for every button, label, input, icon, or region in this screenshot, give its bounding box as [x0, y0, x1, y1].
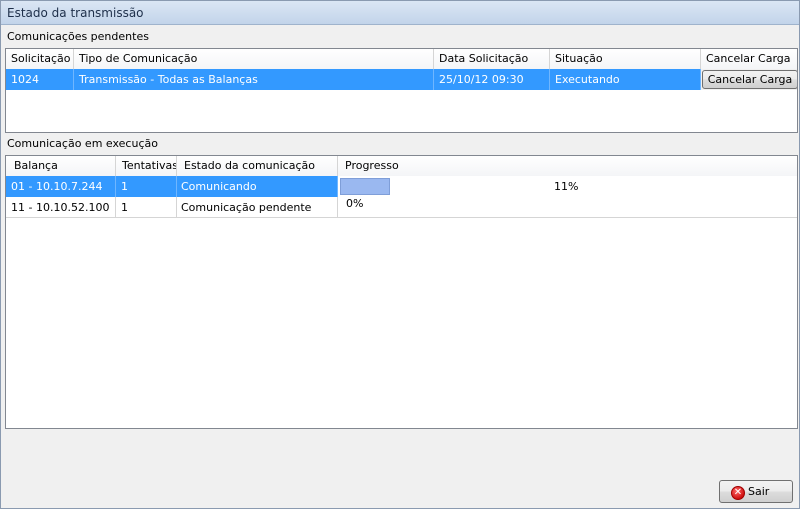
cell-progresso: 11% [338, 176, 797, 197]
transmission-window: Estado da transmissão Comunicações pende… [0, 0, 800, 509]
cell-estado: Comunicação pendente [177, 197, 338, 218]
progress-text: 0% [346, 197, 364, 210]
col-solicitacao[interactable]: Solicitação [6, 49, 74, 69]
cell-solicitacao: 1024 [6, 69, 74, 90]
cell-data: 25/10/12 09:30 [434, 69, 550, 90]
window-title: Estado da transmissão [7, 6, 144, 20]
cell-cancelar: Cancelar Carga [701, 69, 797, 90]
cell-estado: Comunicando [177, 176, 338, 197]
sair-button[interactable]: ✕ Sair [719, 480, 793, 503]
cell-balanca: 11 - 10.10.52.100 [6, 197, 116, 218]
cell-tentativas: 1 [116, 197, 177, 218]
cell-progresso: 0% [338, 197, 797, 218]
running-grid-header: Balança Tentativas Estado da comunicação… [6, 156, 797, 176]
pending-grid[interactable]: Solicitação Tipo de Comunicação Data Sol… [5, 48, 798, 133]
running-row[interactable]: 01 - 10.10.7.244 1 Comunicando 11% [6, 176, 797, 197]
col-tipo-comunicacao[interactable]: Tipo de Comunicação [74, 49, 434, 69]
col-situacao[interactable]: Situação [550, 49, 701, 69]
sair-label: Sair [748, 485, 770, 498]
progress-text: 11% [554, 180, 579, 193]
title-bar: Estado da transmissão [1, 1, 799, 25]
col-data-solicitacao[interactable]: Data Solicitação [434, 49, 550, 69]
cancel-load-button[interactable]: Cancelar Carga [702, 70, 797, 89]
pending-grid-header: Solicitação Tipo de Comunicação Data Sol… [6, 49, 797, 69]
col-estado-comunicacao[interactable]: Estado da comunicação [177, 156, 338, 176]
cell-situacao: Executando [550, 69, 701, 90]
close-circle-icon: ✕ [731, 486, 745, 500]
col-tentativas[interactable]: Tentativas [116, 156, 177, 176]
col-balanca[interactable]: Balança [6, 156, 116, 176]
pending-section-label: Comunicações pendentes [7, 30, 149, 43]
pending-row[interactable]: 1024 Transmissão - Todas as Balanças 25/… [6, 69, 797, 90]
running-grid[interactable]: Balança Tentativas Estado da comunicação… [5, 155, 798, 429]
running-section-label: Comunicação em execução [7, 137, 158, 150]
running-row[interactable]: 11 - 10.10.52.100 1 Comunicação pendente… [6, 197, 797, 218]
col-cancelar-carga[interactable]: Cancelar Carga [701, 49, 797, 69]
progress-bar-fill [340, 178, 390, 195]
cell-balanca: 01 - 10.10.7.244 [6, 176, 116, 197]
col-progresso[interactable]: Progresso [338, 156, 797, 176]
cell-tipo: Transmissão - Todas as Balanças [74, 69, 434, 90]
cell-tentativas: 1 [116, 176, 177, 197]
